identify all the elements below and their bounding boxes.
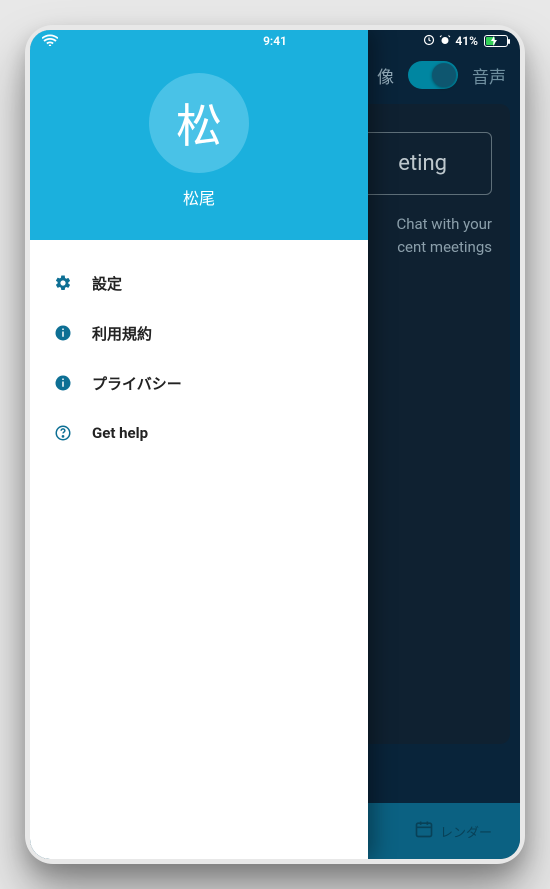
help-icon	[52, 422, 74, 444]
sidebar-item-label: 利用規約	[92, 323, 152, 344]
drawer-header: 松 松尾	[30, 30, 368, 240]
sidebar-item-label: プライバシー	[92, 373, 182, 394]
username: 松尾	[183, 185, 215, 209]
sidebar-item-help[interactable]: Get help	[30, 408, 368, 458]
gear-icon	[52, 272, 74, 294]
battery-percent: 41%	[455, 34, 478, 48]
sidebar-item-privacy[interactable]: プライバシー	[30, 358, 368, 408]
wifi-icon	[42, 34, 58, 49]
sidebar-item-label: 設定	[92, 273, 122, 294]
status-bar: 9:41 41%	[30, 30, 520, 52]
avatar[interactable]: 松	[149, 73, 249, 173]
sidebar-item-label: Get help	[92, 424, 148, 442]
drawer-menu: 設定 利用規約 プライバシー	[30, 240, 368, 458]
sidebar-item-terms[interactable]: 利用規約	[30, 308, 368, 358]
battery-icon	[484, 35, 508, 47]
alarm-icon	[439, 34, 451, 49]
side-drawer: 松 松尾 設定 利用規約	[30, 30, 368, 859]
sync-icon	[423, 34, 435, 49]
info-icon	[52, 372, 74, 394]
avatar-initial: 松	[176, 90, 222, 156]
info-icon	[52, 322, 74, 344]
sidebar-item-settings[interactable]: 設定	[30, 258, 368, 308]
